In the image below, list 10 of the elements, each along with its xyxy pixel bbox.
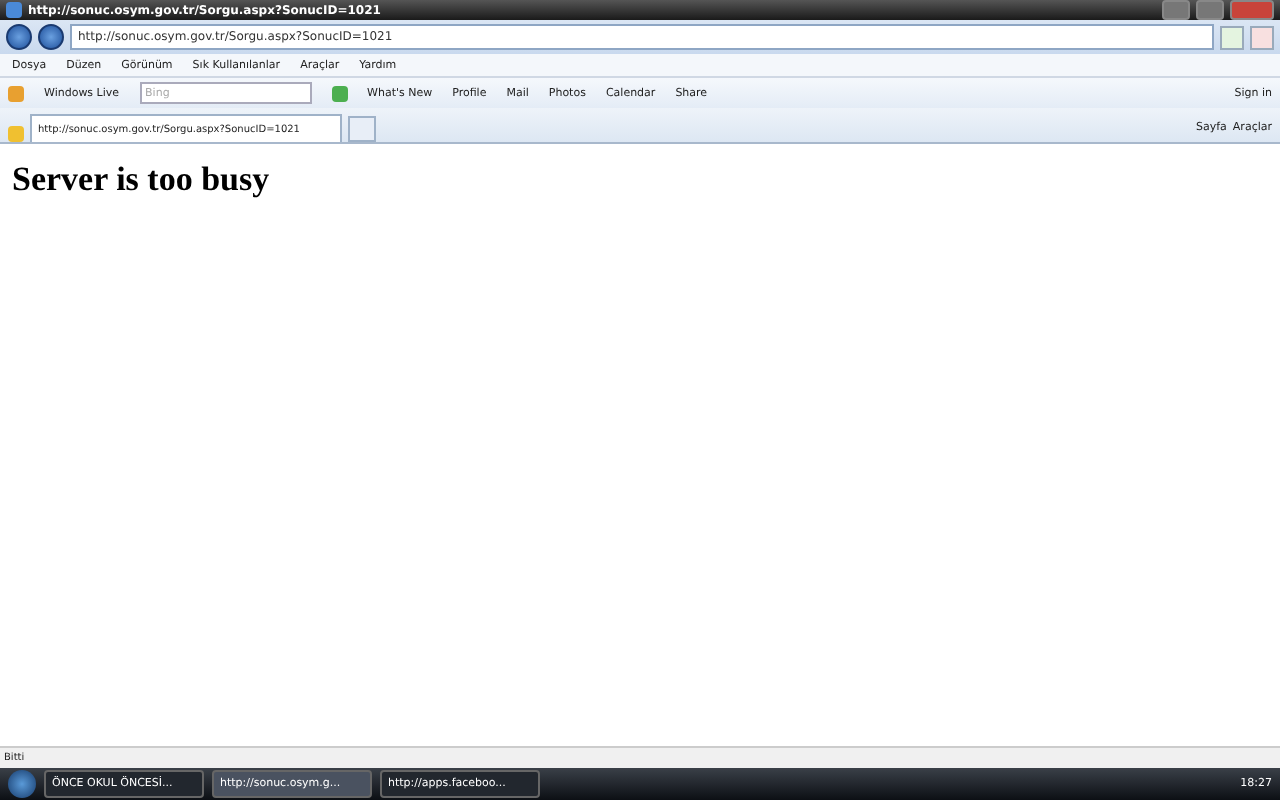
forward-button[interactable] <box>38 24 64 50</box>
maximize-button[interactable] <box>1196 0 1224 20</box>
refresh-button[interactable] <box>1220 25 1244 49</box>
start-button[interactable] <box>8 770 36 798</box>
back-button[interactable] <box>6 24 32 50</box>
page-heading: Server is too busy <box>12 160 272 200</box>
stop-button[interactable] <box>1250 25 1274 49</box>
new-tab-button[interactable] <box>348 116 376 142</box>
close-button[interactable] <box>1230 0 1274 20</box>
minimize-button[interactable] <box>1162 0 1190 20</box>
